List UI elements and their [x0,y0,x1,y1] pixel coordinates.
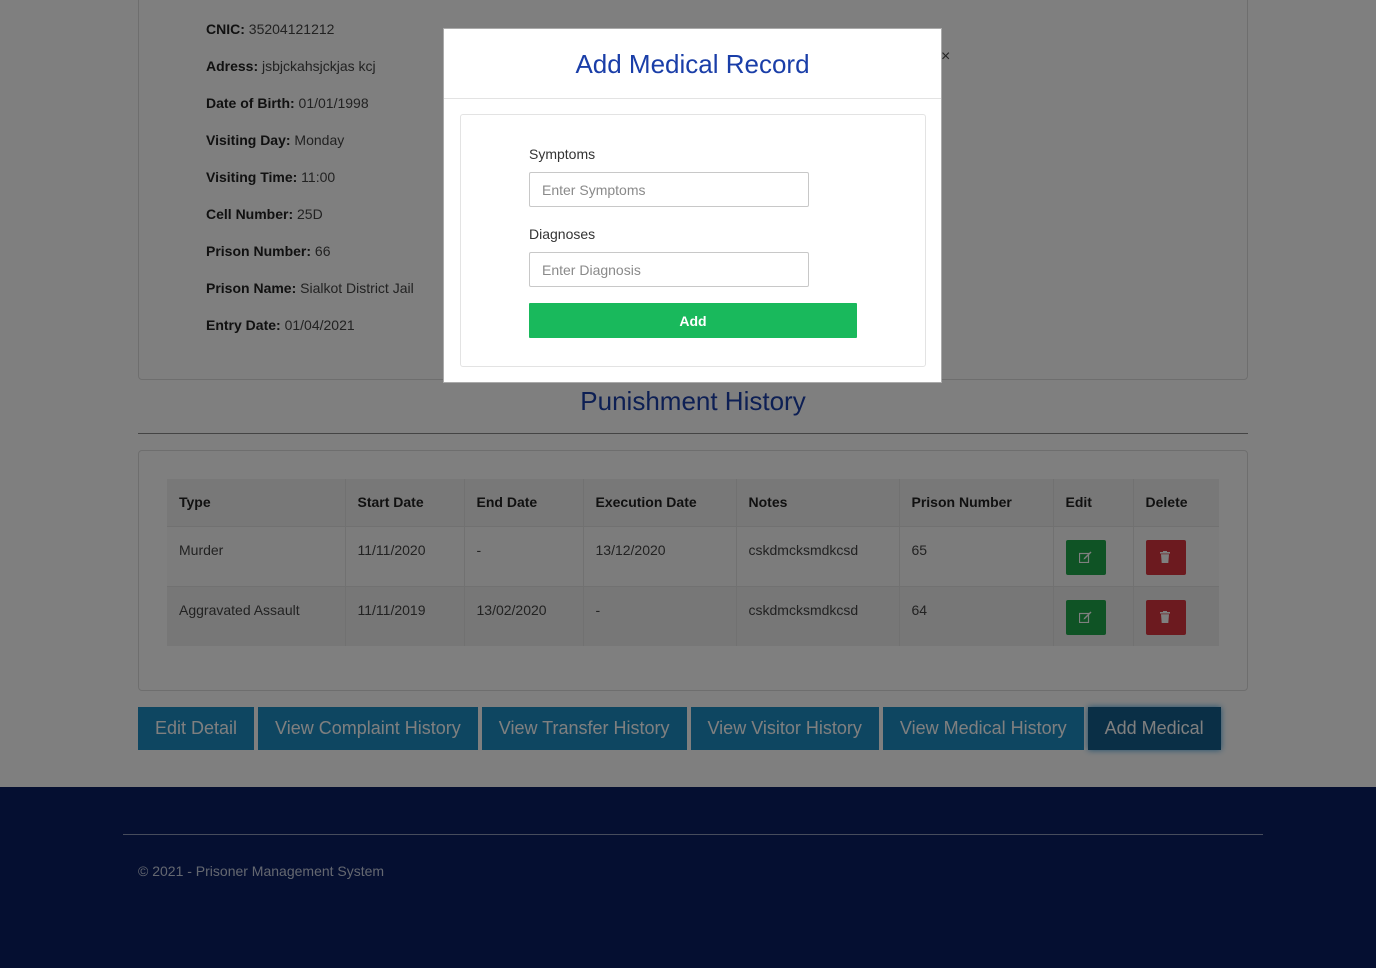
diagnosis-input[interactable] [529,252,809,287]
symptoms-input[interactable] [529,172,809,207]
modal-form: Symptoms Diagnoses Add [460,114,926,367]
modal-header: Add Medical Record [444,29,941,99]
close-icon[interactable]: × [941,49,950,65]
symptoms-label: Symptoms [529,146,596,162]
diagnoses-label: Diagnoses [529,226,596,242]
add-record-button[interactable]: Add [529,303,857,338]
add-medical-record-modal: Add Medical Record × Symptoms Diagnoses … [443,28,950,383]
modal-title: Add Medical Record [575,49,810,79]
